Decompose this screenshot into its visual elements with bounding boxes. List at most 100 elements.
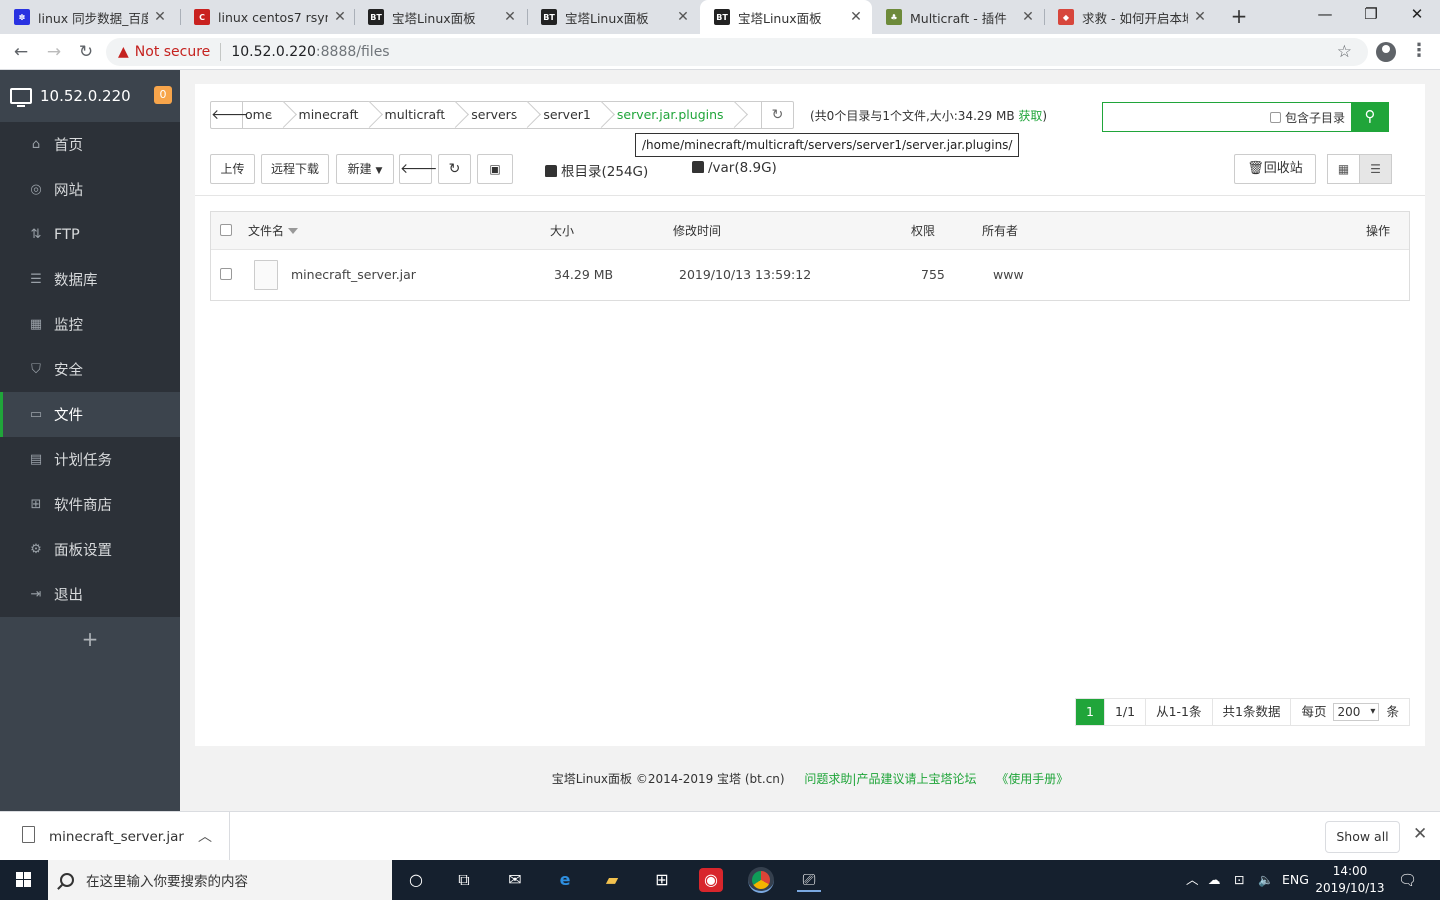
download-item[interactable]: minecraft_server.jar ︿ [0,812,230,860]
table-row[interactable]: minecraft_server.jar 34.29 MB 2019/10/13… [211,250,1409,300]
close-tab-icon[interactable]: ✕ [848,9,864,25]
per-page-select[interactable]: 200 [1333,703,1380,721]
store-icon[interactable]: ⊞ [650,868,674,892]
sidebar-item-store[interactable]: ⊞ 软件商店 [0,482,180,527]
browser-tab[interactable]: C linux centos7 rsync ✕ [180,0,356,34]
taskbar-search-input[interactable]: 在这里输入你要搜索的内容 [48,860,392,900]
netease-music-icon[interactable]: ◉ [699,868,723,892]
parent-dir-button[interactable]: 🡐 [399,154,438,184]
browser-tab[interactable]: BT 宝塔Linux面板 ✕ [527,0,699,34]
restore-icon[interactable]: ❐ [1348,0,1394,30]
bookmark-star-icon[interactable]: ☆ [1337,42,1352,62]
path-back-icon[interactable]: 🡐 [211,102,249,128]
chrome-icon[interactable] [748,867,774,893]
terminal-button[interactable]: ▣ [477,154,513,184]
tray-chevron-icon[interactable]: ︿ [1186,860,1199,900]
sidebar-item-cron[interactable]: ▤ 计划任务 [0,437,180,482]
column-size[interactable]: 大小 [550,212,574,250]
breadcrumb-item[interactable]: multicraft [373,102,460,128]
column-name[interactable]: 文件名 [248,212,299,250]
edge-icon[interactable]: e [553,868,577,892]
forum-link[interactable]: 问题求助|产品建议请上宝塔论坛 [804,772,976,786]
browser-tab-active[interactable]: BT 宝塔Linux面板 ✕ [700,0,872,34]
column-mtime[interactable]: 修改时间 [673,212,721,250]
breadcrumb-item[interactable]: server1 [531,102,605,128]
page-current[interactable]: 1 [1076,699,1105,725]
minimize-icon[interactable]: — [1302,0,1348,30]
close-tab-icon[interactable]: ✕ [1020,9,1036,25]
close-tab-icon[interactable]: ✕ [152,9,168,25]
network-icon[interactable]: ⊡ [1234,860,1244,900]
column-actions: 操作 [1366,224,1391,238]
sidebar-item-home[interactable]: ⌂ 首页 [0,122,180,167]
remote-desktop-icon[interactable]: ⎚ [797,868,821,892]
include-subdir-checkbox[interactable] [1269,111,1281,123]
new-dropdown-button[interactable]: 新建 ▼ [336,154,394,184]
add-shortcut-button[interactable]: + [0,617,180,661]
warning-icon[interactable]: ▲ [118,44,129,60]
browser-menu-icon[interactable]: ⋮ [1410,40,1428,61]
cortana-icon[interactable]: ○ [404,868,428,892]
grid-view-toggle[interactable]: ▦ [1327,154,1360,184]
close-tab-icon[interactable]: ✕ [502,9,518,25]
notification-badge[interactable]: 0 [154,86,172,104]
breadcrumb-item[interactable]: ome [243,102,287,128]
close-tab-icon[interactable]: ✕ [675,9,691,25]
download-filename[interactable]: minecraft_server.jar [49,829,184,845]
account-icon[interactable] [1376,42,1396,62]
close-window-icon[interactable]: ✕ [1394,0,1440,30]
sidebar-item-sites[interactable]: ◎ 网站 [0,167,180,212]
reload-icon[interactable]: ↻ [74,40,98,64]
forward-icon[interactable]: → [42,40,66,64]
root-disk-link[interactable]: 根目录(254G) [545,160,648,180]
browser-tab[interactable]: ♣ Multicraft - 插件 ✕ [872,0,1044,34]
back-icon[interactable]: ← [9,40,33,64]
sidebar-item-ftp[interactable]: ⇅ FTP [0,212,180,257]
close-tab-icon[interactable]: ✕ [332,9,348,25]
remote-download-button[interactable]: 远程下载 [261,154,329,184]
breadcrumb-item[interactable]: servers [459,102,531,128]
file-name[interactable]: minecraft_server.jar [291,250,416,300]
manual-link[interactable]: 《使用手册》 [996,772,1068,786]
start-button[interactable] [0,860,48,900]
volume-icon[interactable]: 🔈 [1258,860,1274,900]
mail-icon[interactable]: ✉ [503,868,527,892]
list-view-toggle[interactable]: ☰ [1359,154,1392,184]
close-tab-icon[interactable]: ✕ [1192,9,1208,25]
close-shelf-icon[interactable]: ✕ [1413,824,1427,844]
input-language[interactable]: ENG [1282,860,1309,900]
file-owner[interactable]: www [993,250,1024,300]
refresh-button[interactable]: ↻ [438,154,471,184]
not-secure-label[interactable]: Not secure [135,44,211,60]
sidebar-item-database[interactable]: ☰ 数据库 [0,257,180,302]
show-all-button[interactable]: Show all [1325,821,1400,853]
sidebar-item-monitor[interactable]: ▦ 监控 [0,302,180,347]
sidebar-item-settings[interactable]: ⚙ 面板设置 [0,527,180,572]
upload-button[interactable]: 上传 [210,154,255,184]
row-checkbox[interactable] [220,268,232,280]
task-view-icon[interactable]: ⧉ [452,868,476,892]
recycle-bin-button[interactable]: 🗑回收站 [1234,154,1316,184]
chevron-up-icon[interactable]: ︿ [198,826,212,846]
file-explorer-icon[interactable]: ▰ [600,868,624,892]
browser-tab[interactable]: ✽ linux 同步数据_百度 ✕ [0,0,176,34]
refresh-path-icon[interactable]: ↻ [761,102,793,128]
search-button[interactable]: ⚲ [1351,102,1389,132]
sidebar-item-files[interactable]: ▭ 文件 [0,392,180,437]
browser-tab[interactable]: ◆ 求救 - 如何开启本地 ✕ [1044,0,1216,34]
breadcrumb-item-current[interactable]: server.jar.plugins [605,102,738,128]
sidebar-item-security[interactable]: ⛉ 安全 [0,347,180,392]
onedrive-icon[interactable]: ☁ [1208,860,1221,900]
get-size-link[interactable]: 获取 [1018,109,1042,123]
new-tab-button[interactable]: + [1228,5,1250,29]
url-field[interactable]: ▲ Not secure 10.52.0.220:8888/files ☆ [106,38,1368,66]
taskbar-clock[interactable]: 14:00 2019/10/13 [1310,863,1390,897]
action-center-icon[interactable]: 🗨 [1398,860,1417,900]
select-all-checkbox[interactable] [220,224,232,236]
file-search-input[interactable]: 包含子目录 [1102,102,1352,132]
file-permission[interactable]: 755 [921,250,945,300]
browser-tab[interactable]: BT 宝塔Linux面板 ✕ [354,0,526,34]
breadcrumb-item[interactable]: minecraft [287,102,373,128]
sidebar-item-logout[interactable]: ⇥ 退出 [0,572,180,617]
var-disk-link[interactable]: /var(8.9G) [692,160,777,176]
